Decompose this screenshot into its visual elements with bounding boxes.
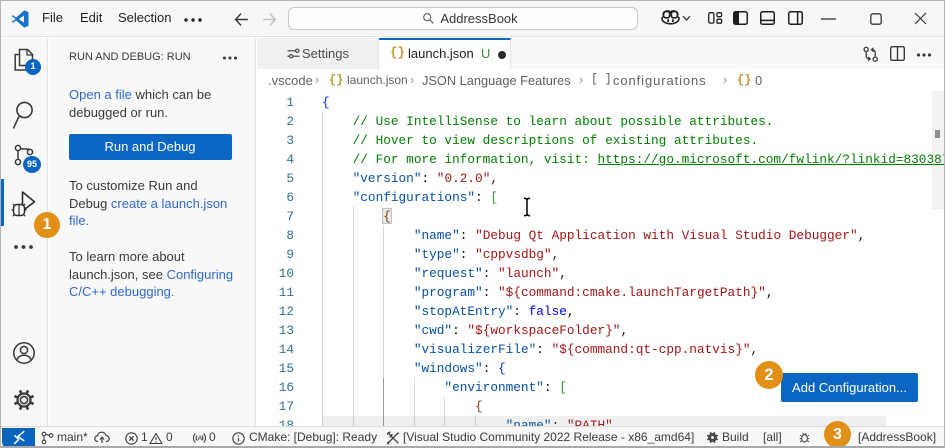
svg-text:A: A: [197, 434, 202, 443]
